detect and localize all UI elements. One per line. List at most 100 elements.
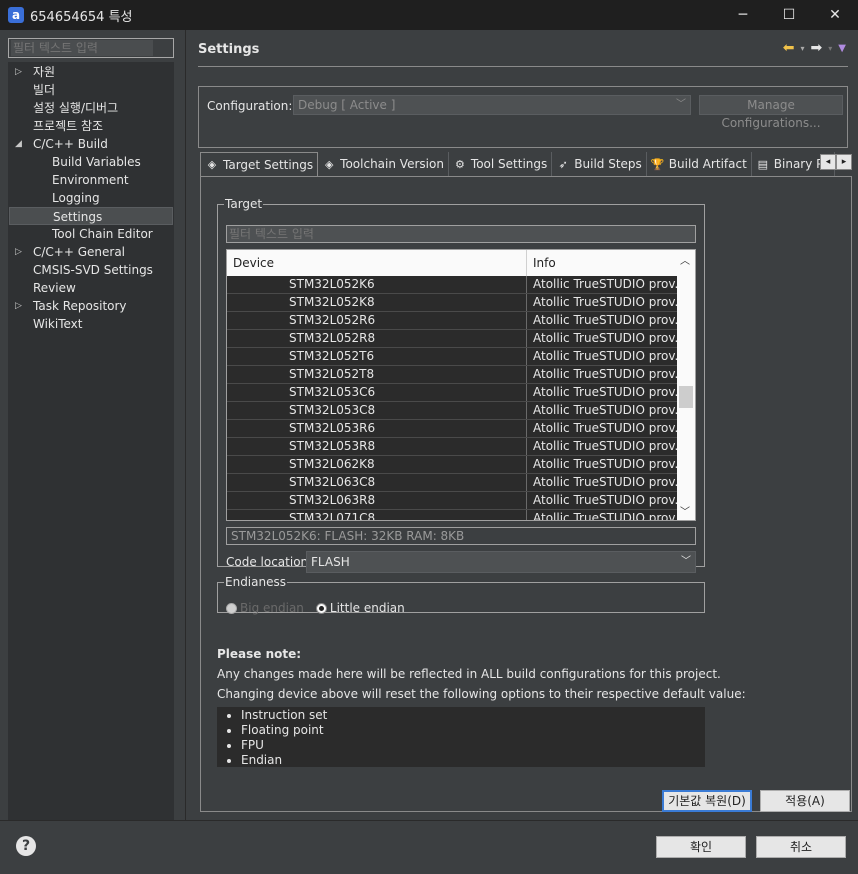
- header-divider: [198, 66, 848, 67]
- target-settings-icon: ◈: [207, 158, 217, 171]
- device-cell: STM32L053C8: [227, 402, 527, 419]
- code-location-select[interactable]: FLASH ﹀: [306, 551, 696, 573]
- tab-3[interactable]: ➶ Build Steps: [552, 152, 647, 176]
- radio-selected-icon[interactable]: [315, 602, 327, 614]
- sidebar-item-7[interactable]: Logging: [9, 189, 173, 207]
- little-endian-radio[interactable]: Little endian: [315, 601, 405, 615]
- back-dropdown-icon[interactable]: ▾: [801, 44, 805, 53]
- sidebar-item-5[interactable]: Build Variables: [9, 153, 173, 171]
- device-table-scrollbar[interactable]: ︿ ﹀: [677, 250, 695, 520]
- sidebar-item-1[interactable]: 빌더: [9, 81, 173, 99]
- help-icon[interactable]: ?: [16, 836, 36, 856]
- app-icon: a: [8, 7, 24, 23]
- tab-scroll-left-icon[interactable]: ◂: [820, 154, 836, 170]
- collapsed-arrow-icon[interactable]: ▷: [15, 243, 25, 261]
- back-arrow-icon[interactable]: ⬅: [783, 40, 795, 56]
- sidebar-filter-input[interactable]: [11, 40, 153, 56]
- tab-bar: ◈ Target Settings ◈ Toolchain Version ⚙ Tool …: [200, 152, 852, 176]
- table-row[interactable]: STM32L052K6 Atollic TrueSTUDIO prov...: [227, 276, 677, 294]
- forward-dropdown-icon[interactable]: ▾: [828, 44, 832, 53]
- chevron-down-icon[interactable]: ﹀: [680, 503, 690, 518]
- binary-icon: ▤: [757, 157, 768, 171]
- sidebar-item-12[interactable]: Review: [9, 279, 173, 297]
- table-row[interactable]: STM32L053C8 Atollic TrueSTUDIO prov...: [227, 402, 677, 420]
- expanded-arrow-icon[interactable]: ◢: [15, 135, 25, 153]
- note-title: Please note:: [217, 647, 302, 661]
- table-row[interactable]: STM32L071C8 Atollic TrueSTUDIO prov...: [227, 510, 677, 520]
- tab-label: Toolchain Version: [340, 157, 444, 171]
- table-row[interactable]: STM32L052T8 Atollic TrueSTUDIO prov...: [227, 366, 677, 384]
- scrollbar-thumb[interactable]: [679, 386, 693, 408]
- column-header-info[interactable]: Info: [527, 250, 677, 276]
- close-button[interactable]: ✕: [812, 0, 858, 30]
- list-item: Instruction set: [241, 708, 705, 723]
- sidebar-item-10[interactable]: ▷ C/C++ General: [9, 243, 173, 261]
- sidebar-item-0[interactable]: ▷ 자원: [9, 63, 173, 81]
- table-row[interactable]: STM32L053R8 Atollic TrueSTUDIO prov...: [227, 438, 677, 456]
- table-row[interactable]: STM32L053R6 Atollic TrueSTUDIO prov...: [227, 420, 677, 438]
- device-cell: STM32L062K8: [227, 456, 527, 473]
- cancel-button[interactable]: 취소: [756, 836, 846, 858]
- info-cell: Atollic TrueSTUDIO prov...: [533, 493, 677, 507]
- sidebar-item-9[interactable]: Tool Chain Editor: [9, 225, 173, 243]
- nav-arrows: ⬅ ▾ ➡ ▾ ▼: [783, 40, 846, 56]
- tab-1[interactable]: ◈ Toolchain Version: [318, 152, 449, 176]
- sidebar-item-14[interactable]: WikiText: [9, 315, 173, 333]
- toolchain-icon: ◈: [324, 157, 334, 171]
- maximize-button[interactable]: ☐: [766, 0, 812, 30]
- tab-scroll: ◂ ▸: [820, 154, 852, 170]
- configuration-box: Configuration: Debug [ Active ] ﹀ Manage…: [198, 86, 848, 148]
- tab-label: Tool Settings: [470, 157, 548, 171]
- collapsed-arrow-icon[interactable]: ▷: [15, 297, 25, 315]
- little-endian-label: Little endian: [329, 601, 405, 615]
- sidebar-item-6[interactable]: Environment: [9, 171, 173, 189]
- table-row[interactable]: STM32L052K8 Atollic TrueSTUDIO prov...: [227, 294, 677, 312]
- minimize-button[interactable]: ─: [720, 0, 766, 30]
- radio-icon: [226, 602, 237, 614]
- sidebar-item-label: CMSIS-SVD Settings: [33, 263, 153, 277]
- sidebar-item-8[interactable]: Settings: [9, 207, 173, 225]
- table-row[interactable]: STM32L052T6 Atollic TrueSTUDIO prov...: [227, 348, 677, 366]
- sidebar-item-label: Review: [33, 281, 76, 295]
- device-cell: STM32L052R8: [227, 330, 527, 347]
- table-row[interactable]: STM32L062K8 Atollic TrueSTUDIO prov...: [227, 456, 677, 474]
- table-row[interactable]: STM32L052R8 Atollic TrueSTUDIO prov...: [227, 330, 677, 348]
- target-filter[interactable]: [226, 225, 696, 243]
- sidebar-item-label: C/C++ Build: [33, 137, 108, 151]
- tab-0[interactable]: ◈ Target Settings: [200, 152, 319, 176]
- tab-scroll-right-icon[interactable]: ▸: [836, 154, 852, 170]
- tab-4[interactable]: 🏆 Build Artifact: [647, 152, 752, 176]
- sidebar-item-label: 빌더: [33, 83, 56, 97]
- trophy-icon: 🏆: [650, 157, 665, 171]
- sidebar-item-13[interactable]: ▷ Task Repository: [9, 297, 173, 315]
- device-cell: STM32L052T8: [227, 366, 527, 383]
- sidebar-item-label: WikiText: [33, 317, 83, 331]
- sidebar-item-2[interactable]: 설정 실행/디버그: [9, 99, 173, 117]
- table-row[interactable]: STM32L063R8 Atollic TrueSTUDIO prov...: [227, 492, 677, 510]
- info-cell: Atollic TrueSTUDIO prov...: [533, 349, 677, 363]
- sidebar-filter[interactable]: [8, 38, 174, 58]
- sidebar-item-11[interactable]: CMSIS-SVD Settings: [9, 261, 173, 279]
- sidebar-item-label: 설정 실행/디버그: [33, 101, 119, 115]
- column-header-device[interactable]: Device: [227, 250, 527, 276]
- info-cell: Atollic TrueSTUDIO prov...: [533, 457, 677, 471]
- restore-defaults-button[interactable]: 기본값 복원(D): [662, 790, 752, 812]
- sidebar-item-4[interactable]: ◢ C/C++ Build: [9, 135, 173, 153]
- target-filter-input[interactable]: [227, 226, 673, 242]
- view-menu-icon[interactable]: ▼: [838, 43, 846, 54]
- chevron-up-icon[interactable]: ︿: [680, 252, 690, 267]
- ok-button[interactable]: 확인: [656, 836, 746, 858]
- apply-button[interactable]: 적용(A): [760, 790, 850, 812]
- table-row[interactable]: STM32L052R6 Atollic TrueSTUDIO prov...: [227, 312, 677, 330]
- collapsed-arrow-icon[interactable]: ▷: [15, 63, 25, 81]
- device-info-field: STM32L052K6: FLASH: 32KB RAM: 8KB: [226, 527, 696, 545]
- sidebar-item-3[interactable]: 프로젝트 참조: [9, 117, 173, 135]
- info-cell: Atollic TrueSTUDIO prov...: [533, 475, 677, 489]
- table-row[interactable]: STM32L063C8 Atollic TrueSTUDIO prov...: [227, 474, 677, 492]
- table-row[interactable]: STM32L053C6 Atollic TrueSTUDIO prov...: [227, 384, 677, 402]
- tool-settings-icon: ⚙: [454, 157, 465, 171]
- tab-2[interactable]: ⚙ Tool Settings: [449, 152, 553, 176]
- big-endian-radio: Big endian: [226, 601, 304, 615]
- forward-arrow-icon[interactable]: ➡: [811, 40, 823, 56]
- sidebar-item-label: 자원: [33, 65, 56, 79]
